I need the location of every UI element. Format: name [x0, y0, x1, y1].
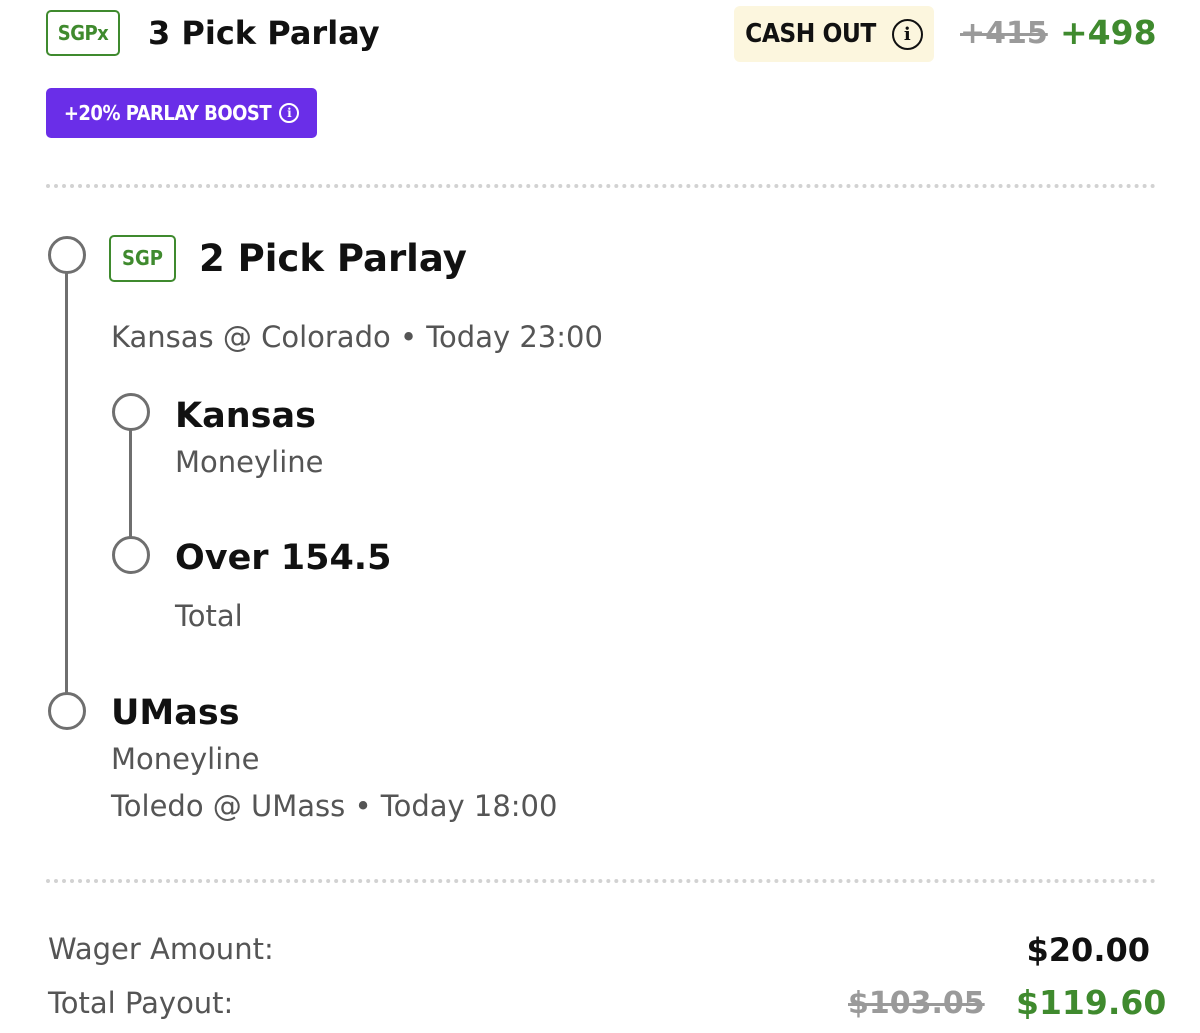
timeline-connector	[65, 273, 68, 694]
sgp-badge: SGP	[109, 235, 176, 282]
leg-status-circle	[112, 536, 150, 574]
leg-name: Over 154.5	[175, 538, 392, 578]
leg-matchup: Toledo @ UMass • Today 18:00	[111, 789, 558, 823]
wager-amount: $20.00	[1026, 931, 1150, 969]
leg-market: Moneyline	[111, 742, 260, 776]
leg-market: Total	[175, 599, 243, 633]
leg-status-circle	[48, 236, 86, 274]
sgp-timeline-connector	[129, 430, 132, 540]
divider	[46, 879, 1156, 883]
boosted-payout: $119.60	[1016, 983, 1167, 1022]
boosted-odds: +498	[1060, 13, 1157, 52]
original-payout: $103.05	[848, 986, 985, 1021]
original-odds: +415	[960, 16, 1048, 51]
parlay-title: 3 Pick Parlay	[148, 14, 380, 52]
sgp-matchup: Kansas @ Colorado • Today 23:00	[111, 320, 603, 354]
leg-name: UMass	[111, 693, 240, 733]
leg-name: Kansas	[175, 396, 316, 436]
cash-out-button[interactable]: CASH OUT i	[734, 6, 934, 62]
leg-market: Moneyline	[175, 445, 324, 479]
sgpx-badge: SGPx	[46, 10, 120, 56]
leg-status-circle	[112, 393, 150, 431]
divider	[46, 184, 1156, 188]
payout-label: Total Payout:	[48, 986, 234, 1020]
sgp-title: 2 Pick Parlay	[199, 237, 467, 280]
wager-label: Wager Amount:	[48, 932, 274, 966]
info-icon[interactable]: i	[279, 103, 300, 123]
parlay-boost-badge[interactable]: +20% PARLAY BOOST i	[46, 88, 317, 138]
leg-status-circle	[48, 692, 86, 730]
parlay-boost-label: +20% PARLAY BOOST	[63, 101, 272, 125]
info-icon[interactable]: i	[891, 18, 923, 50]
cash-out-label: CASH OUT	[745, 19, 876, 49]
